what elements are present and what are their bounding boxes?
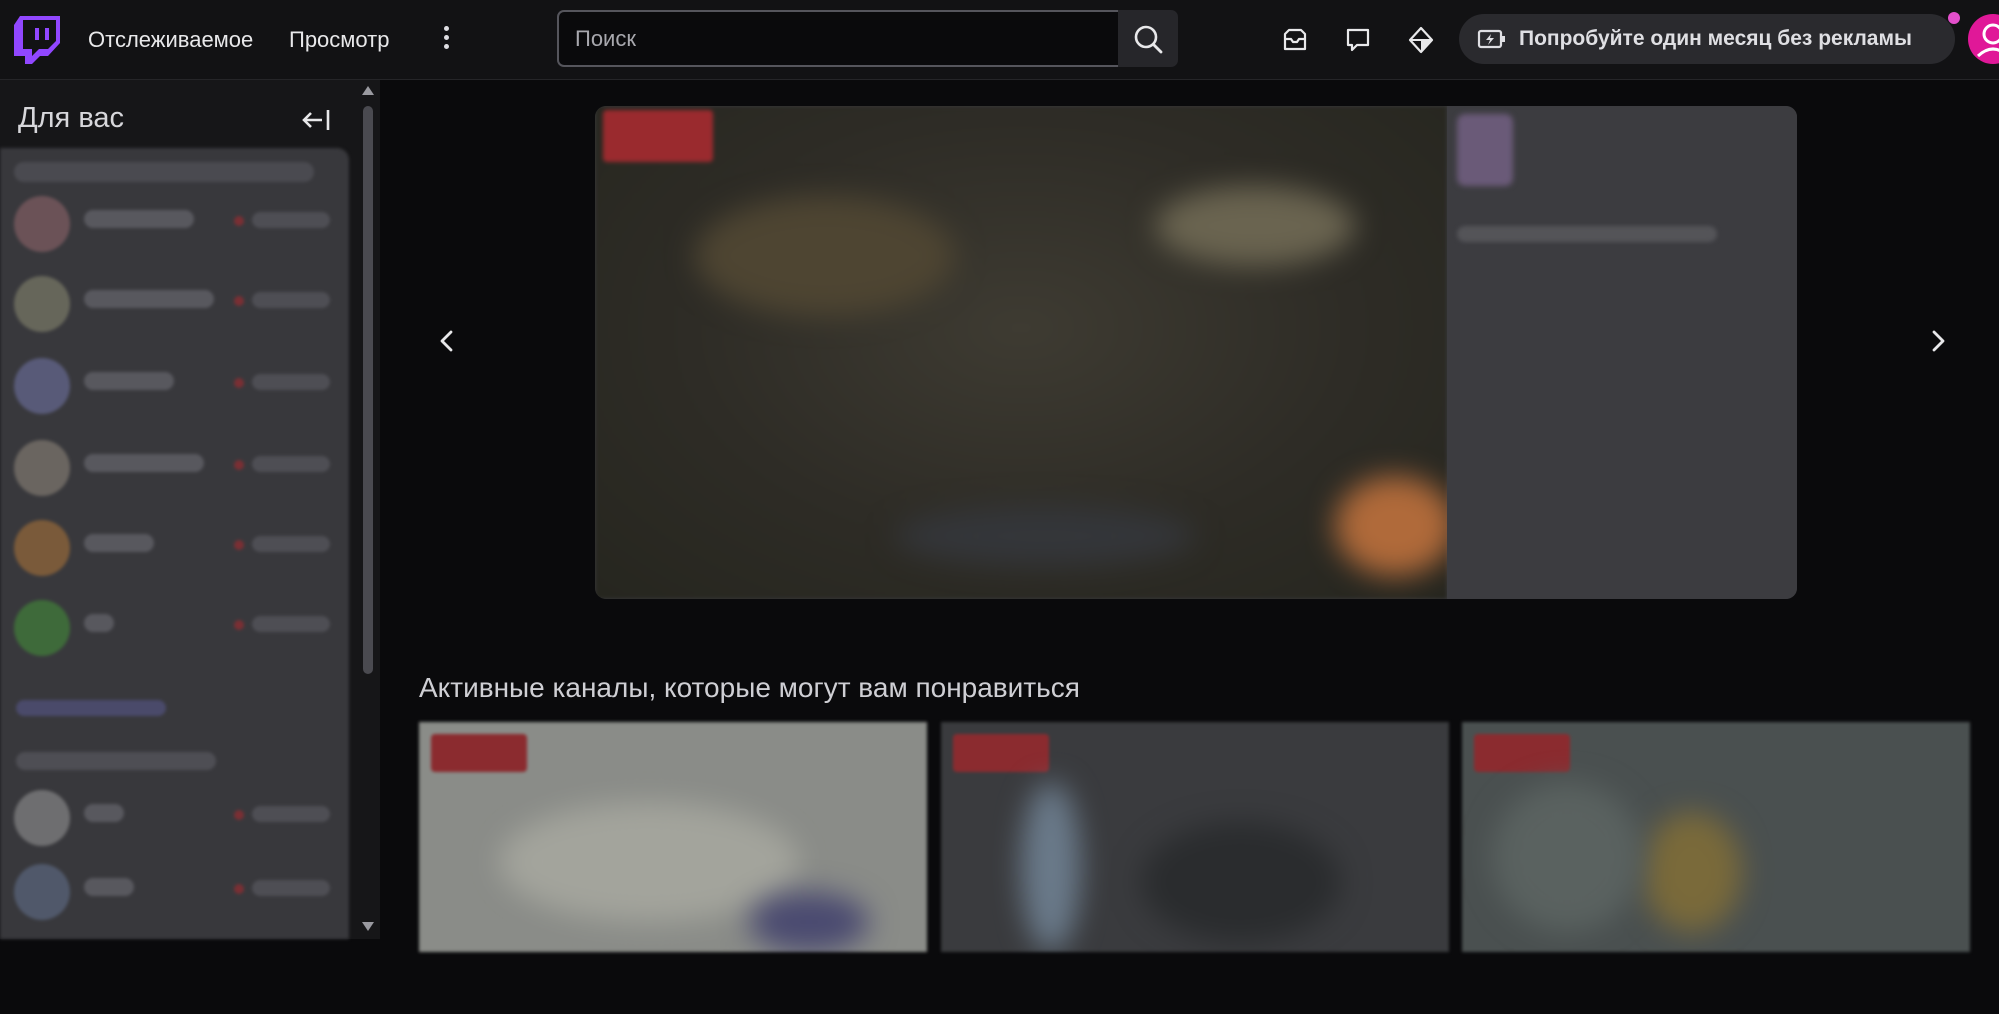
search-button[interactable] bbox=[1118, 10, 1178, 67]
nav-browse-link[interactable]: Просмотр bbox=[289, 27, 389, 53]
list-item[interactable] bbox=[14, 276, 340, 332]
user-avatar-icon[interactable] bbox=[1968, 14, 1999, 64]
featured-stream-carousel[interactable] bbox=[595, 106, 1797, 599]
list-item[interactable] bbox=[14, 520, 340, 576]
live-badge bbox=[953, 734, 1049, 772]
section-title: Активные каналы, которые могут вам понра… bbox=[419, 672, 1080, 703]
scrollbar-thumb[interactable] bbox=[363, 106, 373, 674]
featured-stream-video[interactable] bbox=[595, 106, 1455, 599]
sidebar: Для вас bbox=[0, 80, 380, 939]
ad-free-battery-icon bbox=[1477, 29, 1505, 49]
twitch-logo-icon[interactable] bbox=[14, 16, 60, 64]
list-item[interactable] bbox=[14, 358, 340, 414]
list-item[interactable] bbox=[14, 864, 340, 920]
list-item[interactable] bbox=[14, 196, 340, 252]
top-navigation-bar: Отслеживаемое Просмотр Попробуйте один м… bbox=[0, 0, 1999, 80]
prime-crown-icon[interactable] bbox=[1406, 25, 1436, 55]
inbox-icon[interactable] bbox=[1280, 25, 1310, 55]
nav-following-link[interactable]: Отслеживаемое bbox=[88, 27, 253, 53]
promo-label: Попробуйте один месяц без рекламы bbox=[1519, 27, 1912, 50]
list-item[interactable] bbox=[14, 440, 340, 496]
notification-dot bbox=[1948, 12, 1960, 24]
list-item[interactable] bbox=[14, 790, 340, 846]
recommended-channels-list bbox=[0, 148, 349, 939]
live-badge bbox=[431, 734, 527, 772]
stream-card[interactable] bbox=[419, 722, 927, 952]
ad-free-promo-button[interactable]: Попробуйте один месяц без рекламы bbox=[1459, 14, 1955, 64]
whispers-icon[interactable] bbox=[1343, 25, 1373, 55]
collapse-left-icon[interactable] bbox=[300, 104, 332, 136]
stream-card[interactable] bbox=[1462, 722, 1970, 952]
more-vertical-icon[interactable] bbox=[436, 22, 456, 56]
search-bar bbox=[557, 10, 1178, 67]
live-badge bbox=[1474, 734, 1570, 772]
scroll-down-arrow-icon[interactable] bbox=[362, 922, 374, 931]
featured-stream-info bbox=[1447, 106, 1797, 599]
stream-card[interactable] bbox=[941, 722, 1449, 952]
scroll-up-arrow-icon[interactable] bbox=[362, 86, 374, 95]
sidebar-title: Для вас bbox=[18, 102, 125, 134]
chevron-left-icon[interactable] bbox=[432, 326, 462, 356]
chevron-right-icon[interactable] bbox=[1923, 326, 1953, 356]
search-input[interactable] bbox=[557, 10, 1118, 67]
list-item[interactable] bbox=[14, 600, 340, 656]
search-icon bbox=[1134, 25, 1163, 53]
